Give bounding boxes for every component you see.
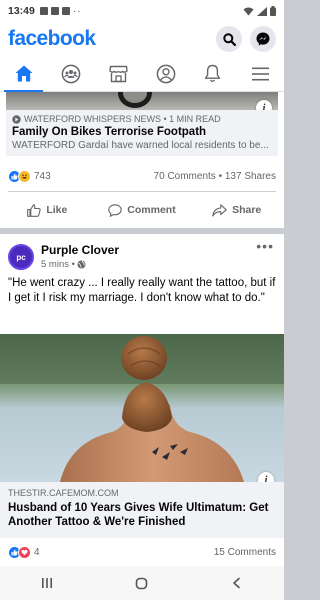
globe-icon <box>77 260 86 269</box>
store-icon <box>109 65 128 82</box>
love-reaction-icon <box>18 546 31 559</box>
comment-button[interactable]: Comment <box>95 203 190 217</box>
tab-menu[interactable] <box>237 56 284 91</box>
messenger-button[interactable] <box>250 26 276 52</box>
comment-label: Comment <box>127 204 176 216</box>
tab-profile[interactable] <box>142 56 189 91</box>
bike-wheel <box>118 92 152 108</box>
link-source: THESTIR.CAFEMOM.COM <box>8 488 119 498</box>
haha-reaction-icon <box>18 170 31 183</box>
link-source-text: WATERFORD WHISPERS NEWS • 1 MIN READ <box>24 114 221 124</box>
tab-marketplace[interactable] <box>95 56 142 91</box>
more-options-icon[interactable]: ••• <box>256 238 274 254</box>
feed-post: i WATERFORD WHISPERS NEWS • 1 MIN READ F… <box>0 92 284 228</box>
post-actions: Like Comment Share <box>0 196 284 224</box>
reaction-count: 4 <box>34 547 40 558</box>
mail-notification-icon <box>50 7 59 15</box>
reactions-bar[interactable]: 743 70 Comments • 137 Shares <box>8 170 276 183</box>
avatar-text: pc <box>16 252 26 262</box>
facebook-logo[interactable]: facebook <box>8 27 96 51</box>
post-meta: 5 mins • <box>41 259 86 270</box>
battery-icon <box>270 6 276 16</box>
search-icon <box>222 32 236 46</box>
comment-icon <box>108 203 123 217</box>
image-notification-icon <box>61 7 70 15</box>
hamburger-icon <box>251 67 269 80</box>
status-right <box>243 6 276 16</box>
like-label: Like <box>46 204 68 216</box>
home-nav-icon[interactable] <box>135 577 148 590</box>
avatar[interactable]: pc <box>8 244 34 270</box>
ad-choices-icon <box>12 114 21 124</box>
header-buttons <box>216 26 276 52</box>
more-notifications-icon: ·· <box>72 5 82 17</box>
comments-count[interactable]: 15 Comments <box>214 547 276 558</box>
system-navigation-bar <box>0 566 284 600</box>
post-time[interactable]: 5 mins • <box>41 259 75 270</box>
like-button[interactable]: Like <box>0 203 95 217</box>
link-preview[interactable]: THESTIR.CAFEMOM.COM Husband of 10 Years … <box>0 482 284 538</box>
woman-tattoo-photo <box>0 334 284 482</box>
tab-notifications[interactable] <box>189 56 236 91</box>
status-time: 13:49 <box>8 5 35 17</box>
link-preview-image[interactable] <box>6 92 278 110</box>
reaction-count: 743 <box>34 171 51 182</box>
link-title: Family On Bikes Terrorise Footpath <box>12 126 207 138</box>
divider <box>8 191 276 192</box>
tab-groups[interactable] <box>47 56 94 91</box>
app-header: facebook <box>0 22 284 56</box>
post-text: "He went crazy ... I really really want … <box>8 277 276 304</box>
groups-icon <box>61 64 81 83</box>
share-label: Share <box>232 204 262 216</box>
post-photo[interactable] <box>0 334 284 482</box>
like-icon <box>27 203 41 217</box>
link-source: WATERFORD WHISPERS NEWS • 1 MIN READ <box>12 114 272 124</box>
page-name[interactable]: Purple Clover <box>41 243 119 257</box>
share-icon <box>212 203 227 217</box>
wifi-icon <box>243 7 254 15</box>
reactions-bar[interactable]: 4 15 Comments <box>8 546 276 559</box>
feed-post: pc Purple Clover 5 mins • ••• "He went c… <box>0 234 284 566</box>
screen: 13:49 ·· facebook i WATERFORD WHISPERS N… <box>0 0 284 600</box>
comments-shares[interactable]: 70 Comments • 137 Shares <box>154 171 276 182</box>
link-title: Husband of 10 Years Gives Wife Ultimatum… <box>8 502 269 528</box>
search-button[interactable] <box>216 26 242 52</box>
tab-home[interactable] <box>0 56 47 92</box>
bell-icon <box>205 64 221 82</box>
status-bar: 13:49 ·· <box>0 0 284 22</box>
back-icon[interactable] <box>231 577 243 589</box>
home-icon <box>15 65 33 82</box>
link-preview[interactable]: WATERFORD WHISPERS NEWS • 1 MIN READ Fam… <box>6 110 278 156</box>
profile-icon <box>156 64 175 83</box>
signal-icon <box>257 6 267 16</box>
main-nav <box>0 56 284 92</box>
link-description: WATERFORD Gardaí have warned local resid… <box>12 140 269 151</box>
gallery-notification-icon <box>39 7 48 15</box>
share-button[interactable]: Share <box>189 203 284 217</box>
messenger-icon <box>256 32 270 46</box>
recent-apps-icon[interactable] <box>41 577 53 589</box>
